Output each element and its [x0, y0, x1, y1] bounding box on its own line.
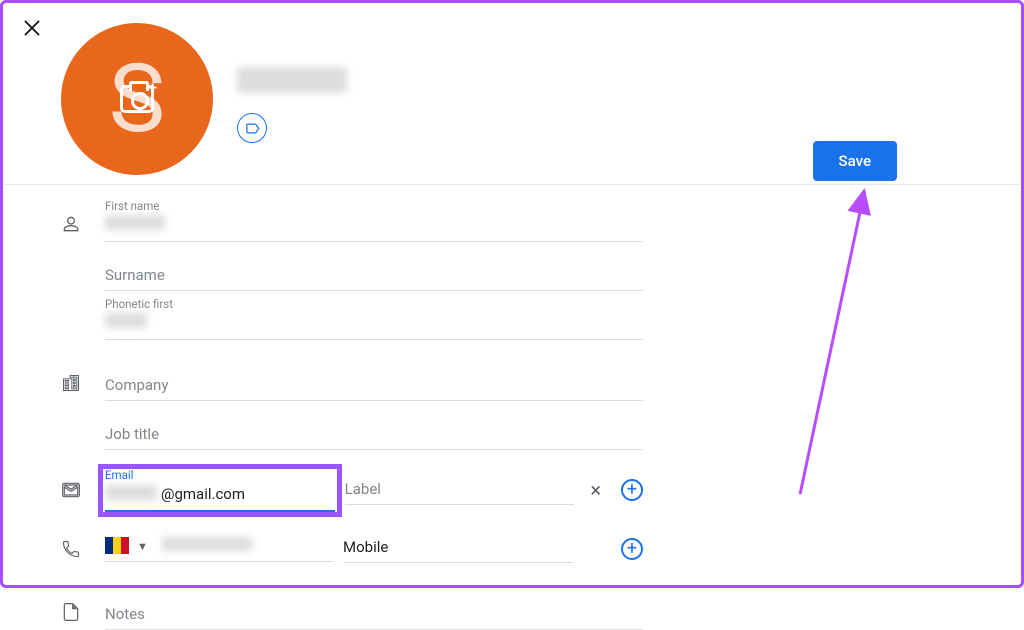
phonetic-first-label: Phonetic first: [105, 297, 173, 311]
job-title-field[interactable]: [105, 407, 643, 450]
country-flag-romania: [105, 537, 129, 554]
first-name-label: First name: [105, 199, 159, 213]
email-label: Email: [105, 468, 133, 482]
phone-field[interactable]: ▼: [105, 535, 333, 562]
company-input[interactable]: [105, 372, 643, 401]
camera-icon: +: [120, 85, 154, 113]
clear-email-button[interactable]: ×: [582, 474, 609, 506]
annotation-arrow: [799, 191, 866, 495]
notes-field[interactable]: [105, 587, 643, 630]
save-button[interactable]: Save: [813, 141, 897, 181]
email-icon: [61, 480, 105, 500]
company-field[interactable]: [105, 358, 643, 401]
phone-icon: [61, 539, 105, 559]
contact-form: First name Phonetic first: [3, 185, 643, 630]
first-name-value-redacted: [105, 215, 165, 230]
person-icon: [61, 214, 105, 242]
add-phone-button[interactable]: +: [621, 538, 643, 560]
notes-input[interactable]: [105, 601, 643, 630]
header: S + Save: [3, 3, 1021, 185]
phonetic-first-field[interactable]: Phonetic first: [105, 297, 643, 340]
phone-label-field[interactable]: [343, 534, 573, 563]
company-icon: [61, 373, 105, 401]
header-name-area: [237, 67, 347, 143]
phone-value-redacted: [162, 537, 252, 551]
phone-label-input[interactable]: [343, 534, 573, 563]
first-name-field[interactable]: First name: [105, 199, 643, 242]
job-title-input[interactable]: [105, 421, 643, 450]
email-prefix-redacted: [105, 485, 157, 500]
notes-icon: [61, 602, 105, 630]
label-icon: [245, 121, 260, 136]
surname-input[interactable]: [105, 262, 643, 291]
email-suffix: @gmail.com: [161, 485, 245, 503]
avatar-upload[interactable]: S +: [61, 23, 213, 175]
email-label-field[interactable]: [345, 476, 575, 505]
email-label-input[interactable]: [345, 476, 575, 505]
add-label-button[interactable]: [237, 113, 267, 143]
phonetic-first-input[interactable]: [105, 311, 643, 340]
country-dropdown[interactable]: ▼: [137, 540, 148, 553]
first-name-input[interactable]: [105, 213, 643, 242]
email-field[interactable]: Email @gmail.com: [105, 468, 335, 512]
contact-name-redacted: [237, 67, 347, 93]
surname-field[interactable]: [105, 248, 643, 291]
phonetic-first-value-redacted: [105, 313, 147, 328]
add-email-button[interactable]: +: [621, 479, 643, 501]
